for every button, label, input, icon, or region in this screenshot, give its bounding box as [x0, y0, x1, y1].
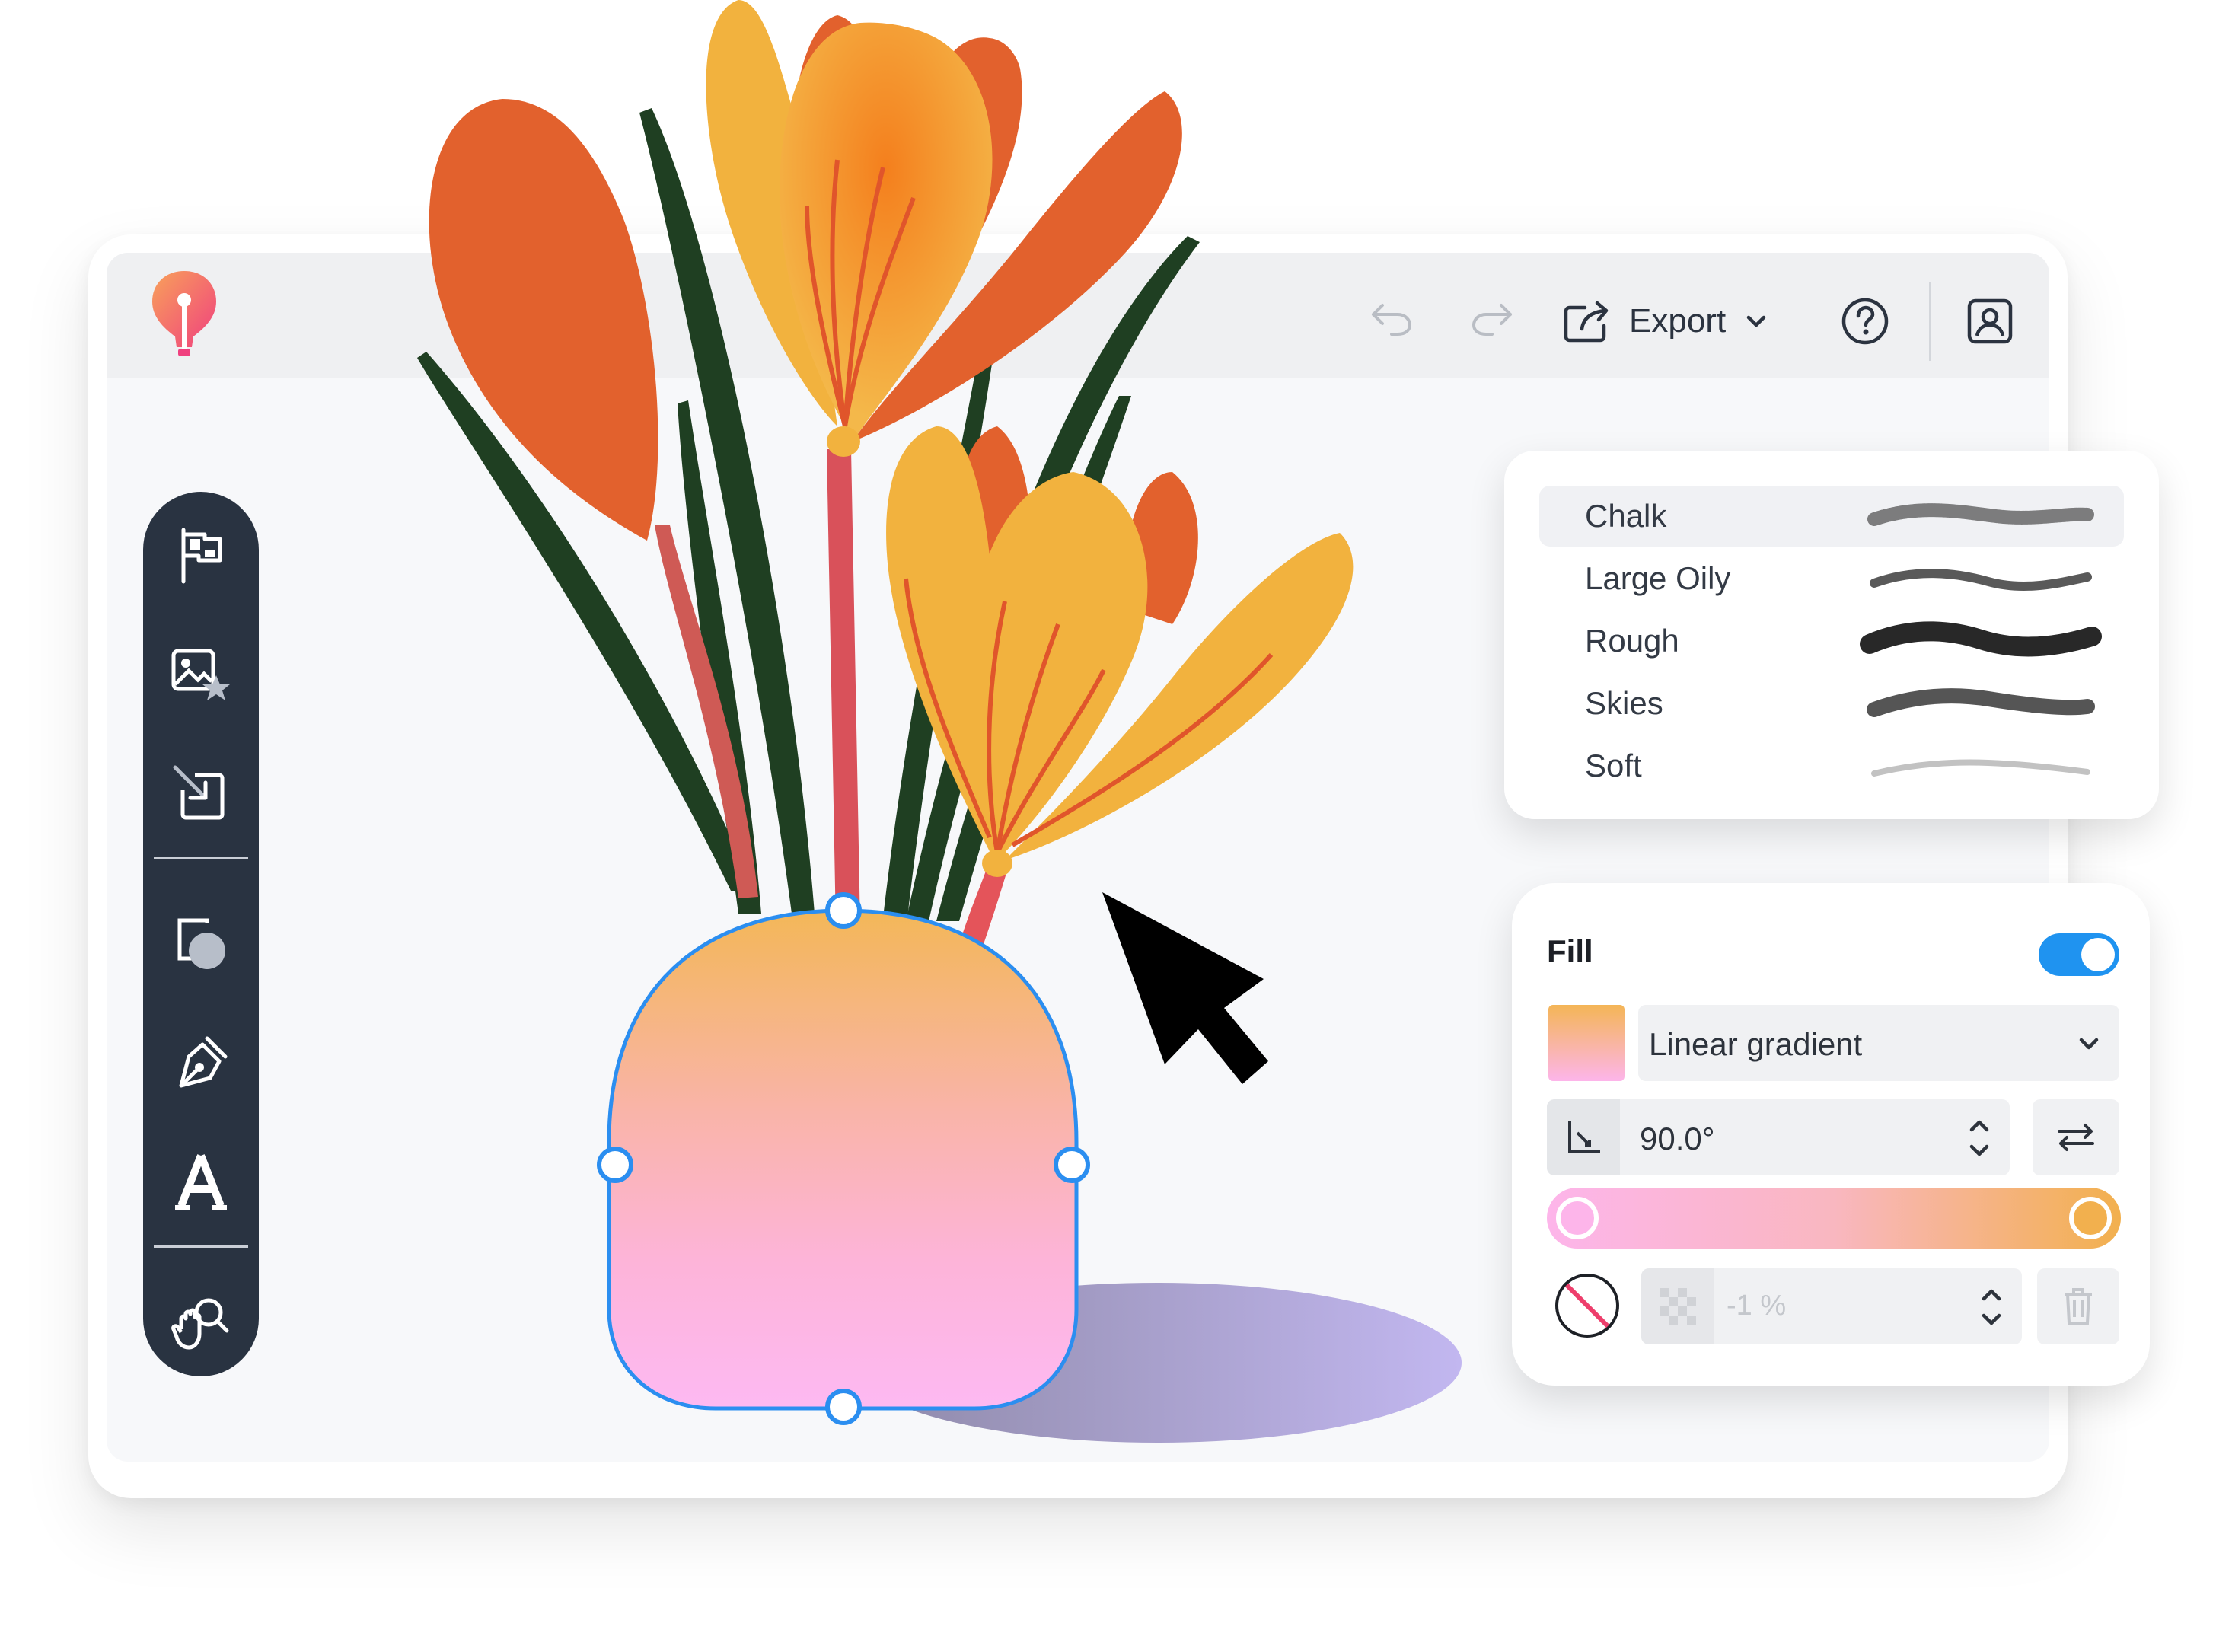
brush-name: Soft — [1585, 748, 1642, 783]
topbar-divider — [1929, 282, 1931, 361]
hand-zoom-icon — [171, 1298, 229, 1350]
swap-icon — [2058, 1124, 2094, 1151]
tool-pen[interactable] — [163, 1025, 239, 1101]
brush-item-soft[interactable]: Soft — [1539, 735, 2124, 796]
stepper-icon[interactable] — [1976, 1280, 2007, 1334]
brush-preview-large-oily — [1870, 569, 2092, 591]
vase-handle-right[interactable] — [1054, 1147, 1090, 1183]
toggle-knob — [2081, 938, 2115, 971]
tool-hand-zoom[interactable] — [163, 1284, 239, 1360]
transparency-icon — [1660, 1288, 1696, 1325]
shape-icon — [177, 918, 225, 969]
app-logo — [152, 271, 216, 356]
gradient-stop-start[interactable] — [1556, 1197, 1599, 1239]
fill-type-select[interactable]: Linear gradient — [1638, 1005, 2119, 1081]
tool-import[interactable] — [163, 755, 239, 831]
fill-panel: Fill Linear gradient 90.0° -1 % — [1512, 883, 2150, 1386]
opacity-field[interactable]: -1 % — [1641, 1268, 2022, 1344]
delete-fill-button[interactable] — [2037, 1268, 2119, 1344]
angle-field[interactable]: 90.0° — [1547, 1099, 2010, 1175]
import-icon — [173, 765, 225, 820]
brush-item-skies[interactable]: Skies — [1539, 673, 2124, 734]
vase-handle-top[interactable] — [825, 892, 862, 929]
fill-title: Fill — [1547, 933, 1593, 969]
fill-type-value: Linear gradient — [1649, 1026, 1863, 1062]
no-color-icon — [1555, 1274, 1619, 1338]
brush-preview-skies — [1867, 688, 2095, 717]
flag-icon — [181, 528, 222, 584]
account-button[interactable] — [1961, 292, 2019, 350]
chevron-down-icon — [2079, 1038, 2099, 1050]
angle-icon — [1568, 1121, 1600, 1153]
brush-item-chalk[interactable]: Chalk — [1539, 486, 2124, 547]
text-icon — [175, 1154, 227, 1210]
undo-button[interactable] — [1360, 294, 1424, 343]
brush-name: Rough — [1585, 623, 1679, 659]
help-icon — [1841, 298, 1889, 345]
pen-icon — [179, 1036, 228, 1088]
user-icon — [1967, 298, 2013, 344]
export-icon — [1564, 301, 1609, 343]
tool-image[interactable] — [163, 636, 239, 713]
help-button[interactable] — [1836, 292, 1894, 350]
brush-item-rough[interactable]: Rough — [1539, 611, 2124, 671]
angle-icon-box — [1547, 1099, 1620, 1175]
tool-flag[interactable] — [163, 518, 239, 594]
redo-button[interactable] — [1460, 294, 1524, 343]
brush-name: Skies — [1585, 685, 1663, 721]
angle-value: 90.0° — [1640, 1121, 1715, 1156]
image-star-icon — [171, 649, 230, 700]
tool-text[interactable] — [163, 1143, 239, 1220]
export-button[interactable]: Export — [1562, 291, 1803, 352]
fill-color-swatch[interactable] — [1548, 1005, 1625, 1081]
redo-icon — [1472, 304, 1512, 336]
brush-panel: Chalk Large Oily Rough Skies Soft — [1504, 451, 2159, 819]
undo-icon — [1372, 304, 1412, 336]
brush-item-large-oily[interactable]: Large Oily — [1539, 548, 2124, 609]
brush-preview-soft — [1871, 759, 2090, 777]
toolbar-separator-2 — [154, 1245, 248, 1248]
tool-shape[interactable] — [163, 906, 239, 982]
vase-handle-bottom[interactable] — [825, 1389, 862, 1425]
swap-gradient-button[interactable] — [2033, 1099, 2119, 1175]
chevron-down-icon — [1746, 315, 1766, 327]
brush-name: Chalk — [1585, 498, 1667, 534]
trash-icon — [2065, 1288, 2092, 1325]
opacity-icon-box — [1641, 1268, 1714, 1344]
brush-name: Large Oily — [1585, 560, 1731, 596]
petal-top-back — [792, 15, 875, 152]
brush-preview-rough — [1860, 621, 2102, 657]
brush-preview-chalk — [1867, 503, 2094, 526]
gradient-stop-end[interactable] — [2069, 1197, 2112, 1239]
toolbar-separator — [154, 857, 248, 859]
petal-top-right-orange — [914, 37, 1022, 229]
stepper-icon[interactable] — [1964, 1111, 1994, 1165]
gradient-bar[interactable] — [1547, 1188, 2121, 1249]
opacity-value: -1 % — [1727, 1290, 1787, 1322]
tools-toolbar — [143, 492, 259, 1376]
fill-toggle[interactable] — [2039, 933, 2119, 976]
no-color-button[interactable] — [1553, 1271, 1621, 1340]
vase-handle-left[interactable] — [597, 1147, 633, 1183]
export-label: Export — [1629, 302, 1727, 340]
